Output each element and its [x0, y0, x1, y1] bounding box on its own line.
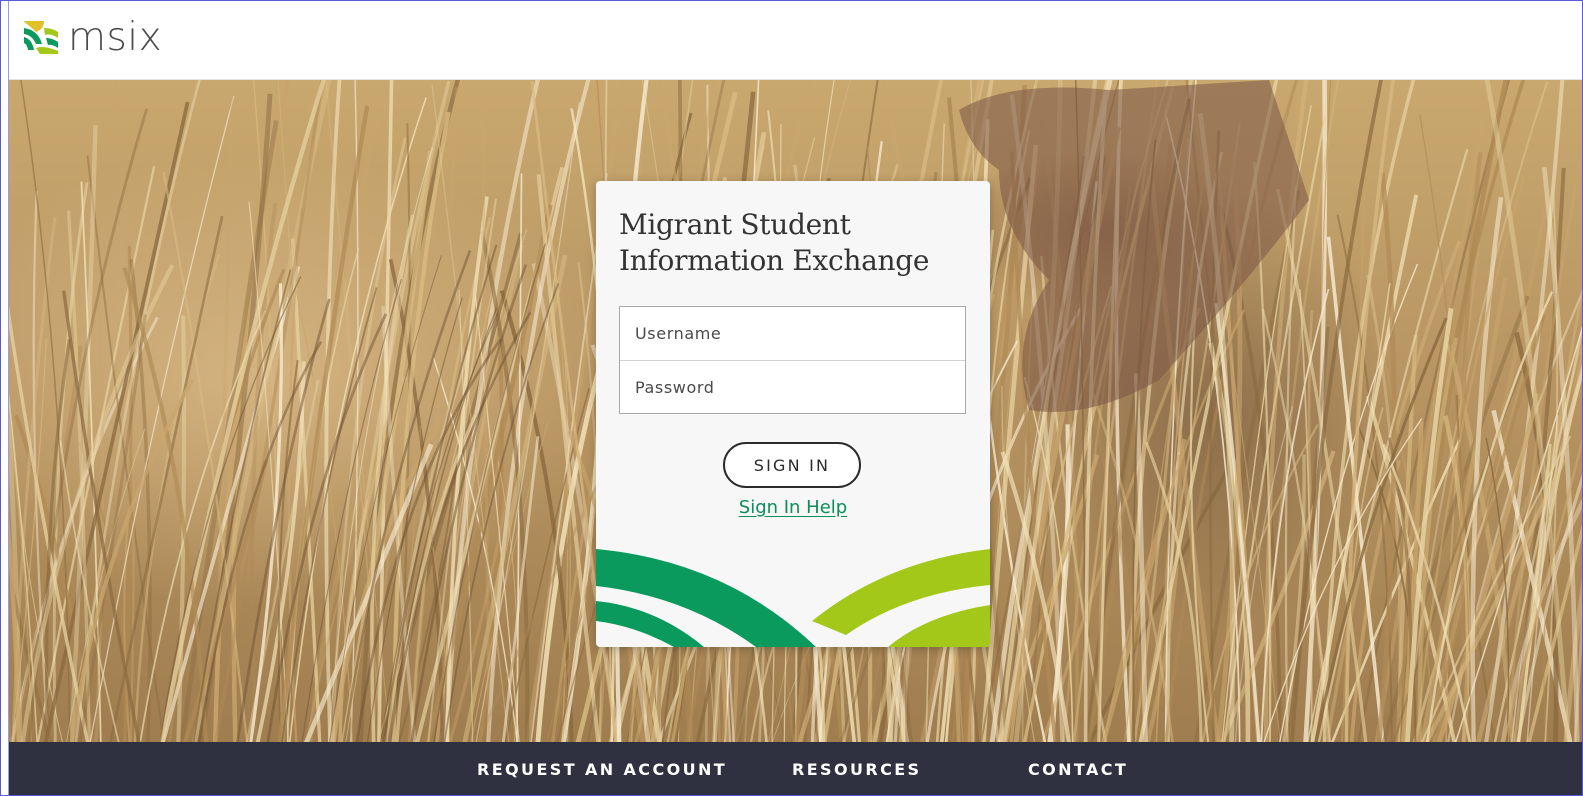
footer-link-contact[interactable]: CONTACT — [1028, 760, 1128, 779]
logo-wordmark: msix — [68, 14, 163, 60]
msix-logo[interactable]: msix — [22, 18, 162, 57]
login-title-line-1: Migrant Student — [619, 208, 851, 241]
card-arc-decoration — [596, 549, 990, 647]
footer-link-request-account[interactable]: REQUEST AN ACCOUNT — [477, 760, 727, 779]
login-title: Migrant Student Information Exchange — [619, 207, 959, 279]
page-left-rule — [8, 0, 9, 796]
password-input[interactable] — [620, 361, 965, 414]
login-form — [619, 306, 966, 414]
username-input[interactable] — [620, 307, 965, 360]
footer-link-resources[interactable]: RESOURCES — [792, 760, 921, 779]
login-card: Migrant Student Information Exchange SIG… — [596, 181, 990, 647]
sign-in-button[interactable]: SIGN IN — [723, 442, 861, 488]
site-footer: REQUEST AN ACCOUNT RESOURCES CONTACT — [9, 742, 1583, 796]
msix-logo-icon — [24, 21, 58, 54]
login-title-line-2: Information Exchange — [619, 244, 930, 277]
sign-in-help-link[interactable]: Sign In Help — [596, 497, 990, 518]
site-header: msix — [9, 1, 1583, 80]
